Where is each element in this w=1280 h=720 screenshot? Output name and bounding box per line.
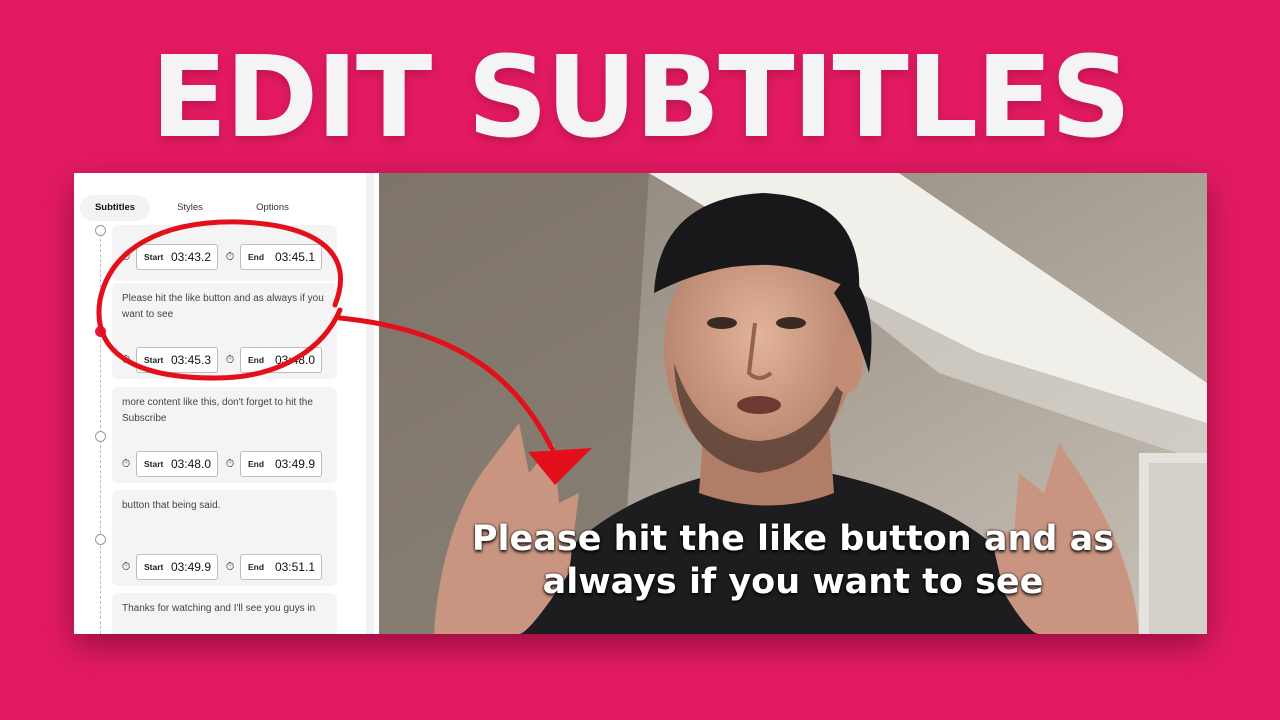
video-subtitle-line-1: Please hit the like button and as — [471, 519, 1115, 559]
app-window: Subtitles Styles Options ⏱ Start 03:43.2… — [74, 173, 1207, 634]
start-time-field[interactable]: Start 03:49.9 — [136, 554, 218, 580]
stopwatch-icon: ⏱ — [121, 561, 131, 573]
end-label: End — [248, 562, 265, 572]
subtitle-card[interactable]: button that being said. ⏱ Start 03:49.9 … — [112, 490, 337, 586]
tab-styles[interactable]: Styles — [160, 195, 220, 221]
start-label: Start — [144, 355, 164, 365]
subtitle-editor-panel: Subtitles Styles Options ⏱ Start 03:43.2… — [74, 173, 380, 634]
subtitle-card[interactable]: more content like this, don't forget to … — [112, 387, 337, 483]
headline-title: EDIT SUBTITLES — [150, 33, 1132, 163]
subtitle-card[interactable]: ⏱ Start 03:43.2 ⏱ End 03:45.1 — [112, 225, 337, 281]
end-label: End — [248, 252, 265, 262]
start-label: Start — [144, 252, 164, 262]
timeline-node-active[interactable] — [95, 326, 106, 337]
editor-scrollbar[interactable] — [366, 173, 374, 634]
video-subtitle-overlay: Please hit the like button and as always… — [379, 518, 1207, 604]
end-time-field[interactable]: End 03:51.1 — [240, 554, 322, 580]
start-label: Start — [144, 459, 164, 469]
start-time-value: 03:48.0 — [170, 457, 211, 471]
timing-row: ⏱ Start 03:48.0 ⏱ End 03:49.9 — [120, 451, 335, 477]
stopwatch-icon: ⏱ — [121, 458, 131, 470]
end-time-field[interactable]: End 03:49.9 — [240, 451, 322, 477]
tab-options[interactable]: Options — [240, 195, 305, 221]
end-time-value: 03:49.9 — [274, 457, 315, 471]
end-time-field[interactable]: End 03:45.1 — [240, 244, 322, 270]
start-time-field[interactable]: Start 03:48.0 — [136, 451, 218, 477]
end-time-field[interactable]: End 03:48.0 — [240, 347, 322, 373]
end-time-value: 03:51.1 — [274, 560, 315, 574]
video-subtitle-line-2: always if you want to see — [542, 562, 1044, 602]
timeline-node[interactable] — [95, 534, 106, 545]
end-label: End — [248, 459, 265, 469]
stopwatch-icon: ⏱ — [121, 354, 131, 366]
subtitle-text[interactable]: Please hit the like button and as always… — [122, 291, 332, 322]
stopwatch-icon: ⏱ — [225, 561, 235, 573]
subtitle-text[interactable]: button that being said. — [122, 498, 332, 514]
subtitle-text[interactable]: Thanks for watching and I'll see you guy… — [122, 601, 332, 617]
stopwatch-icon: ⏱ — [121, 251, 131, 263]
start-time-value: 03:43.2 — [170, 250, 211, 264]
stopwatch-icon: ⏱ — [225, 251, 235, 263]
timeline-node[interactable] — [95, 431, 106, 442]
start-time-field[interactable]: Start 03:45.3 — [136, 347, 218, 373]
stopwatch-icon: ⏱ — [225, 354, 235, 366]
subtitle-card[interactable]: Thanks for watching and I'll see you guy… — [112, 593, 337, 634]
timing-row: ⏱ Start 03:45.3 ⏱ End 03:48.0 — [120, 347, 335, 373]
video-preview[interactable]: Please hit the like button and as always… — [379, 173, 1207, 634]
subtitle-text[interactable]: more content like this, don't forget to … — [122, 395, 332, 426]
end-label: End — [248, 355, 265, 365]
end-time-value: 03:45.1 — [274, 250, 315, 264]
start-label: Start — [144, 562, 164, 572]
timeline-node[interactable] — [95, 225, 106, 236]
start-time-value: 03:49.9 — [170, 560, 211, 574]
timing-row: ⏱ Start 03:43.2 ⏱ End 03:45.1 — [120, 244, 335, 270]
end-time-value: 03:48.0 — [274, 353, 315, 367]
subtitle-card-active[interactable]: Please hit the like button and as always… — [112, 283, 337, 379]
stopwatch-icon: ⏱ — [225, 458, 235, 470]
editor-tabs: Subtitles Styles Options — [80, 195, 360, 223]
tab-subtitles[interactable]: Subtitles — [80, 195, 150, 221]
timing-row: ⏱ Start 03:49.9 ⏱ End 03:51.1 — [120, 554, 335, 580]
start-time-value: 03:45.3 — [170, 353, 211, 367]
start-time-field[interactable]: Start 03:43.2 — [136, 244, 218, 270]
